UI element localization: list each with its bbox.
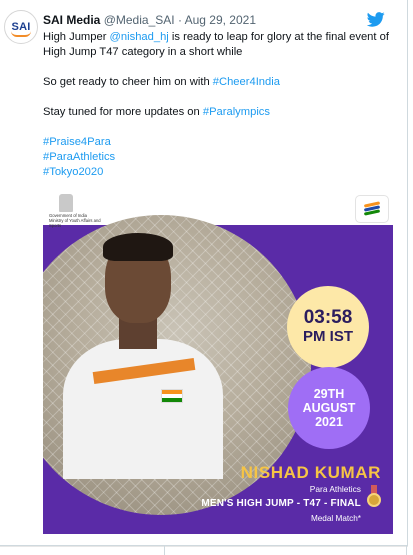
time-zone: PM IST	[302, 328, 353, 345]
tweet-line: Stay tuned for more updates on #Paralymp…	[43, 105, 398, 120]
hashtag-link[interactable]: #Praise4Para	[43, 135, 398, 150]
tweet-body: High Jumper @nishad_hj is ready to leap …	[43, 30, 398, 180]
tweet-card[interactable]: SAI SAI Media @Media_SAI · Aug 29, 2021 …	[0, 0, 408, 546]
event-label: MEN'S HIGH JUMP - T47 - FINAL	[201, 498, 361, 509]
divider	[406, 546, 407, 555]
india-flag-icon	[161, 389, 183, 403]
sport-label: Para Athletics	[309, 484, 361, 494]
hashtag-link[interactable]: #Paralympics	[203, 106, 270, 118]
national-emblem-icon	[59, 194, 73, 212]
athlete-name: NISHAD KUMAR	[240, 463, 381, 482]
twitter-bird-icon[interactable]	[367, 12, 385, 27]
tweet-date[interactable]: Aug 29, 2021	[185, 13, 256, 27]
tweet-media-image[interactable]: Government of India Ministry of Youth Af…	[43, 191, 393, 534]
date-day: 29TH	[313, 387, 345, 401]
time-badge: 03:58 PM IST	[287, 286, 369, 368]
medal-icon	[367, 493, 381, 507]
avatar[interactable]: SAI	[4, 10, 38, 44]
divider	[0, 546, 408, 547]
paralympics-logo-icon	[355, 195, 389, 223]
divider	[164, 546, 165, 555]
athlete-jersey	[63, 339, 223, 479]
athlete-hair	[103, 233, 173, 261]
display-name[interactable]: SAI Media	[43, 13, 100, 27]
text-fragment: High Jumper	[43, 31, 110, 43]
avatar-arc	[11, 31, 31, 37]
hashtag-link[interactable]: #Cheer4India	[213, 76, 280, 88]
tweet-line: High Jump T47 category in a short while	[43, 46, 243, 58]
tweet-header: SAI Media @Media_SAI · Aug 29, 2021	[43, 13, 256, 27]
text-fragment: is ready to leap for glory at the final …	[168, 31, 389, 43]
tweet-line: High Jumper @nishad_hj is ready to leap …	[43, 30, 398, 45]
hashtag-link[interactable]: #ParaAthletics	[43, 150, 398, 165]
text-fragment: So get ready to cheer him on with	[43, 76, 213, 88]
separator-dot: ·	[177, 13, 182, 27]
date-year: 2021	[315, 415, 343, 429]
text-fragment: Stay tuned for more updates on	[43, 106, 203, 118]
date-month: AUGUST	[302, 401, 356, 415]
date-badge: 29TH AUGUST 2021	[288, 367, 370, 449]
tweet-line: So get ready to cheer him on with #Cheer…	[43, 75, 398, 90]
user-handle[interactable]: @Media_SAI	[104, 13, 175, 27]
medal-match-label: Medal Match*	[310, 514, 361, 523]
mention-link[interactable]: @nishad_hj	[110, 31, 169, 43]
time-value: 03:58	[303, 307, 353, 328]
hashtag-link[interactable]: #Tokyo2020	[43, 165, 398, 180]
